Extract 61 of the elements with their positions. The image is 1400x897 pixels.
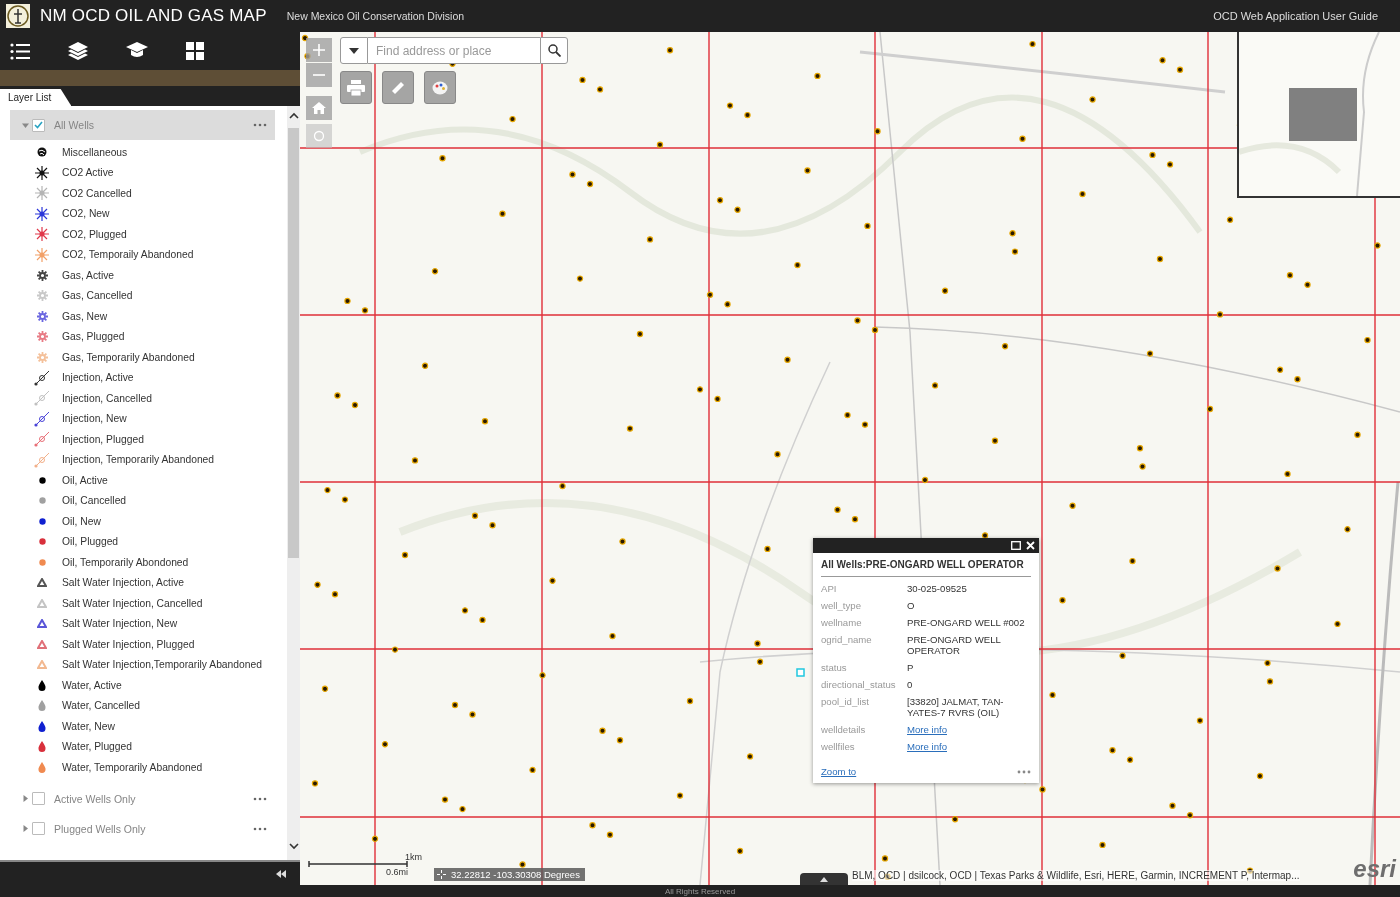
legend-label: Water, Plugged [62, 741, 133, 753]
legend-label: Gas, Active [62, 269, 115, 281]
legend-label: Gas, Temporarily Abandoned [62, 351, 195, 363]
app-subtitle: New Mexico Oil Conservation Division [286, 10, 465, 22]
legend-label: CO2, Plugged [62, 228, 127, 240]
legend-label: Miscellaneous [62, 146, 128, 158]
caret-icon[interactable] [22, 795, 29, 802]
legend-label: CO2 Active [62, 167, 114, 179]
legend-label: Water, Active [62, 679, 122, 691]
layer-checkbox[interactable] [32, 792, 45, 805]
legend-label: Salt Water Injection, Cancelled [62, 597, 203, 609]
more-icon[interactable] [253, 796, 267, 801]
user-guide-link[interactable]: OCD Web Application User Guide [1213, 10, 1378, 22]
layer-name: Active Wells Only [54, 792, 137, 805]
scrollbar-thumb[interactable] [288, 128, 299, 558]
legend-label: Oil, Plugged [62, 536, 119, 548]
legend-label: Salt Water Injection,Temporarily Abandoned [62, 659, 262, 671]
legend-label: Injection, New [62, 413, 127, 425]
legend-label: CO2, Temporaily Abandoned [62, 249, 194, 261]
layer-name: All Wells [54, 119, 96, 131]
layer-name: Plugged Wells Only [54, 822, 147, 835]
legend-label: Injection, Active [62, 372, 134, 384]
mortarboard-icon[interactable] [126, 42, 148, 60]
legend-label: Injection, Temporarily Abandoned [62, 454, 215, 466]
footer-text: All Rights Reserved [664, 886, 736, 896]
legend-label: Injection, Plugged [62, 433, 144, 445]
legend-label: Salt Water Injection, New [62, 618, 178, 630]
chevron-down-icon[interactable] [288, 842, 299, 850]
app-title: NM OCD OIL AND GAS MAP [40, 6, 267, 26]
scrollbar[interactable] [287, 106, 300, 860]
layer-checkbox[interactable] [32, 118, 45, 132]
legend-label: Water, New [62, 720, 115, 732]
layer-row[interactable]: All Wells [10, 110, 275, 140]
legend-label: CO2, New [62, 208, 110, 220]
seal-icon [6, 4, 30, 28]
legend-label: Oil, Cancelled [62, 495, 127, 507]
layer-row[interactable]: Active Wells Only [10, 783, 275, 814]
legend-label: Gas, Cancelled [62, 290, 133, 302]
grid-icon[interactable] [186, 42, 204, 60]
layer-list-tab[interactable]: Layer List [0, 89, 72, 106]
collapse-icon[interactable] [276, 869, 286, 878]
layer-row[interactable]: Plugged Wells Only [10, 813, 275, 844]
legend-label: Oil, Temporarily Abondoned [62, 556, 189, 568]
chevron-up-icon[interactable] [288, 112, 299, 120]
legend-label: Injection, Cancelled [62, 392, 152, 404]
legend-label: Salt Water Injection, Plugged [62, 638, 195, 650]
legend-label: Gas, Plugged [62, 331, 125, 343]
legend-label: Oil, New [62, 515, 101, 527]
layers-icon[interactable] [68, 42, 88, 60]
legend-label: Oil, Active [62, 474, 108, 486]
legend-label: Water, Temporarily Abandoned [62, 761, 203, 773]
list-icon[interactable] [10, 42, 30, 60]
legend-label: CO2 Cancelled [62, 187, 132, 199]
legend-label: Water, Cancelled [62, 700, 141, 712]
layer-checkbox[interactable] [32, 822, 45, 835]
legend-label: Salt Water Injection, Active [62, 577, 185, 589]
caret-icon[interactable] [22, 825, 29, 832]
legend-label: Gas, New [62, 310, 108, 322]
caret-icon[interactable] [22, 121, 29, 129]
more-icon[interactable] [253, 123, 267, 127]
more-icon[interactable] [253, 826, 267, 831]
